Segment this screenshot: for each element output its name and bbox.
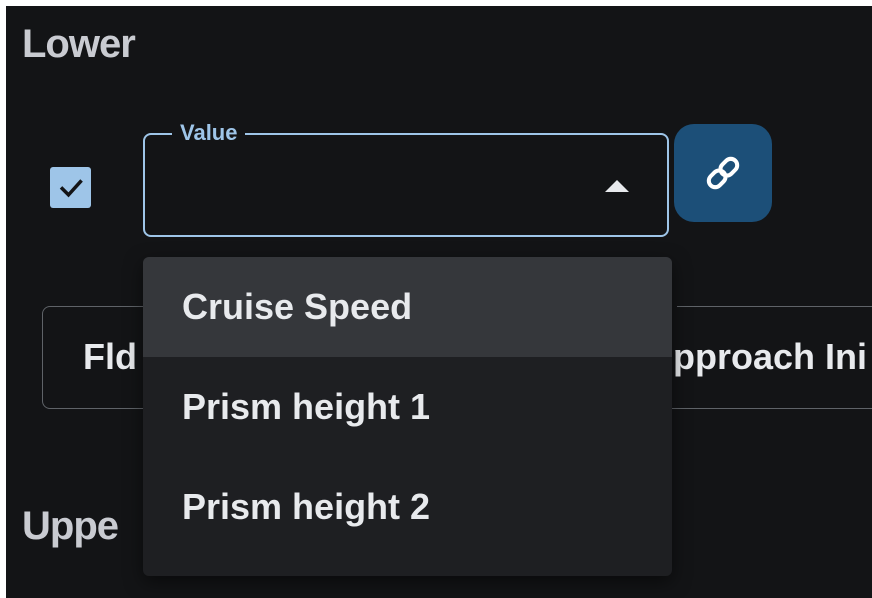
value-select-label: Value bbox=[172, 119, 246, 147]
checkmark-icon bbox=[59, 178, 83, 197]
value-select[interactable]: Value bbox=[143, 119, 669, 237]
obscured-field-left-text: Fld bbox=[83, 336, 137, 377]
section-heading-lower: Lower bbox=[22, 22, 136, 66]
link-button[interactable] bbox=[674, 124, 772, 222]
dropdown-option-prism-height-1[interactable]: Prism height 1 bbox=[143, 357, 672, 457]
settings-panel: Lower Fld pproach Ini Uppe Value Cruise … bbox=[6, 6, 872, 598]
value-checkbox[interactable] bbox=[50, 167, 91, 208]
section-heading-upper: Uppe bbox=[22, 504, 119, 548]
obscured-field-right-text: pproach Ini bbox=[673, 336, 868, 377]
dropdown-option-prism-height-2[interactable]: Prism height 2 bbox=[143, 457, 672, 557]
link-icon bbox=[706, 156, 740, 190]
dropdown-option-cruise-speed[interactable]: Cruise Speed bbox=[143, 257, 672, 357]
value-dropdown-menu: Cruise Speed Prism height 1 Prism height… bbox=[143, 257, 672, 576]
caret-up-icon[interactable] bbox=[605, 180, 629, 192]
